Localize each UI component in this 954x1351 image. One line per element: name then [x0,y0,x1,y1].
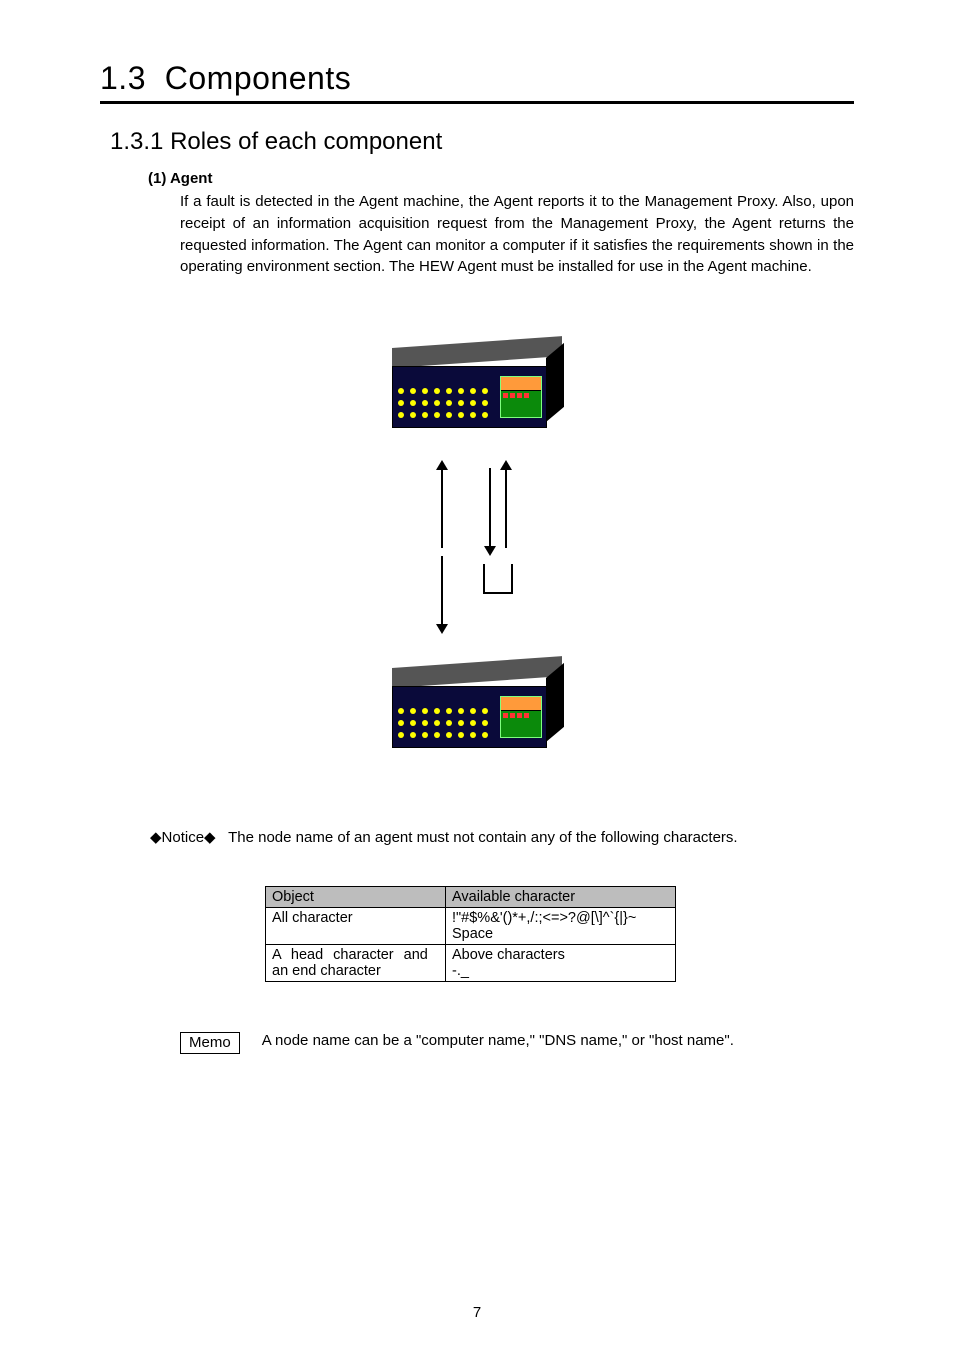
body-paragraph: If a fault is detected in the Agent mach… [180,191,854,278]
arrow-line-icon [489,468,491,548]
table-cell-line: Space [452,926,493,942]
table-row: A head character and an end character Ab… [266,945,676,982]
table-cell: A head character and an end character [266,945,446,982]
table-header-cell: Available character [446,887,676,908]
notice-line: ◆Notice◆ The node name of an agent must … [150,828,854,846]
table-cell: !"#$%&'()*+,/:;<=>?@[\]^`{|}~ Space [446,908,676,945]
subsection-heading: 1.3.1 Roles of each component [110,128,854,156]
arrows-group [441,468,513,638]
arrow-up-icon [505,468,507,548]
section-heading: 1.3 Components [100,60,854,104]
section-title-text: Components [165,60,351,96]
page-number: 7 [0,1304,954,1321]
memo-text: A node name can be a "computer name," "D… [262,1032,734,1049]
notice-label: ◆Notice◆ [150,829,216,846]
subheading-agent: (1) Agent [148,170,854,187]
table-cell-line: an end character [272,963,381,979]
notice-text: The node name of an agent must not conta… [228,829,737,846]
table-header-row: Object Available character [266,887,676,908]
table-cell-line: A head character and [272,947,428,963]
table-header-cell: Object [266,887,446,908]
memo-row: Memo A node name can be a "computer name… [180,1032,854,1054]
table-cell: All character [266,908,446,945]
table-cell: Above characters -._ [446,945,676,982]
subsection-title-text: Roles of each component [170,128,442,155]
section-number: 1.3 [100,60,146,96]
table-cell-line: Above characters [452,947,565,963]
server-bottom-illustration [392,668,562,758]
arrow-up-icon [441,468,443,548]
table-row: All character !"#$%&'()*+,/:;<=>?@[\]^`{… [266,908,676,945]
table-cell-line: !"#$%&'()*+,/:;<=>?@[\]^`{|}~ [452,910,636,926]
memo-label-box: Memo [180,1032,240,1054]
table-cell-line: -._ [452,963,469,979]
u-connector-icon [483,564,513,594]
arrow-line-icon [441,556,443,626]
component-diagram [100,348,854,758]
character-table: Object Available character All character… [265,886,676,982]
server-top-illustration [392,348,562,438]
subsection-number: 1.3.1 [110,128,163,155]
